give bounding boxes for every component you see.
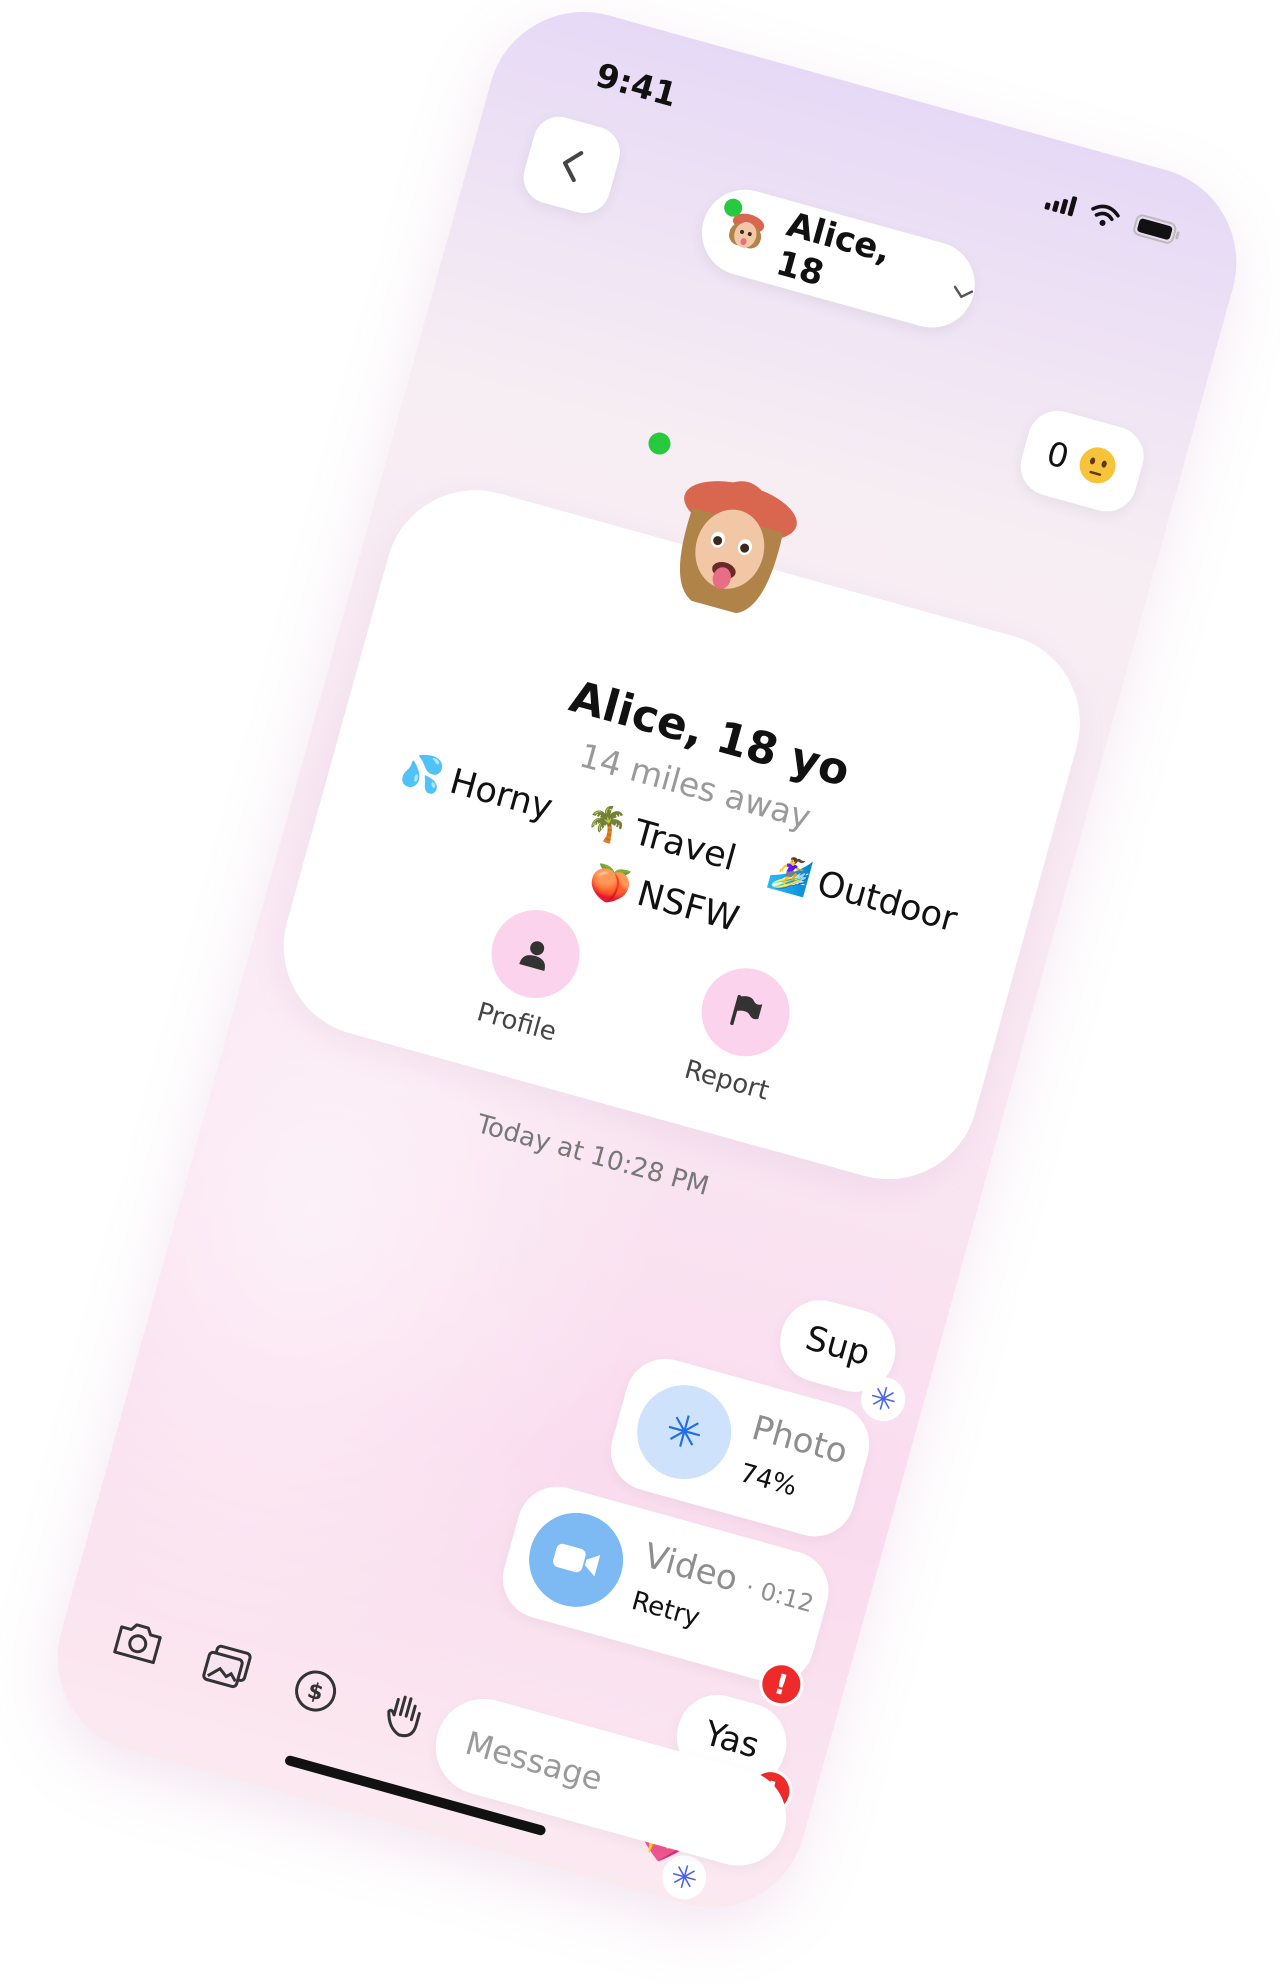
report-button[interactable]: Report bbox=[680, 958, 800, 1107]
video-camera-icon bbox=[518, 1502, 634, 1618]
message-text: Yas bbox=[699, 1713, 764, 1767]
signal-icon bbox=[1044, 190, 1078, 217]
profile-switcher-label: Alice, 18 bbox=[771, 204, 896, 295]
battery-icon bbox=[1133, 214, 1180, 244]
composer-toolbar: $ bbox=[108, 1611, 436, 1746]
gallery-icon bbox=[202, 1644, 252, 1689]
wave-hand-icon bbox=[387, 1695, 421, 1738]
upload-progress: 74% bbox=[736, 1458, 801, 1503]
profile-switcher[interactable]: Alice, 18 bbox=[691, 179, 985, 338]
camera-button[interactable] bbox=[108, 1611, 170, 1673]
wifi-icon bbox=[1091, 204, 1120, 226]
video-duration: · 0:12 bbox=[742, 1572, 817, 1619]
dollar-icon: $ bbox=[295, 1670, 337, 1712]
chevron-left-icon bbox=[562, 151, 584, 183]
wave-button[interactable] bbox=[373, 1685, 435, 1747]
stage: 9:41 Alice, 18 0 Alice, 18 yo 14 miles a… bbox=[0, 0, 1280, 1984]
score-value: 0 bbox=[1042, 432, 1074, 477]
flag-icon bbox=[730, 994, 763, 1026]
retry-link[interactable]: Retry bbox=[628, 1586, 703, 1633]
svg-text:$: $ bbox=[304, 1678, 325, 1706]
online-indicator-large bbox=[645, 430, 674, 458]
gallery-button[interactable] bbox=[196, 1636, 258, 1698]
back-button[interactable] bbox=[517, 110, 626, 220]
upload-progress-icon: ✳ bbox=[626, 1374, 743, 1490]
person-icon bbox=[519, 941, 545, 971]
status-time: 9:41 bbox=[591, 55, 682, 115]
score-button[interactable]: 0 bbox=[1013, 403, 1151, 519]
tip-button[interactable]: $ bbox=[285, 1660, 347, 1722]
neutral-face-icon bbox=[1079, 447, 1116, 484]
camera-icon bbox=[113, 1623, 162, 1665]
message-text: Sup bbox=[801, 1318, 875, 1374]
phone-screen: 9:41 Alice, 18 0 Alice, 18 yo 14 miles a… bbox=[35, 0, 1259, 1931]
status-icons bbox=[1044, 188, 1184, 248]
avatar bbox=[716, 196, 775, 262]
chevron-down-icon bbox=[953, 285, 973, 298]
view-profile-button[interactable]: Profile bbox=[470, 899, 590, 1049]
